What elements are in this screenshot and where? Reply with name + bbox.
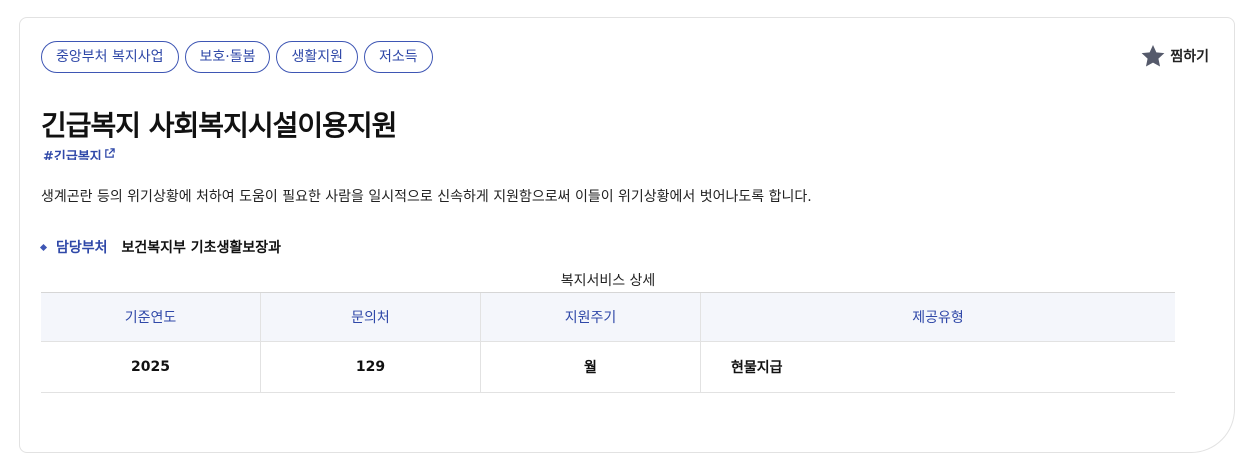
header-year: 기준연도: [41, 293, 261, 341]
star-icon: [1140, 43, 1166, 69]
favorite-label: 찜하기: [1170, 49, 1209, 65]
cell-type: 현물지급: [731, 360, 783, 376]
service-description: 생계곤란 등의 위기상황에 처하여 도움이 필요한 사람을 일시적으로 신속하게…: [41, 189, 812, 205]
table-row: 2025 129 월 현물지급: [41, 342, 1175, 393]
category-tags: 중앙부처 복지사업 보호·돌봄 생활지원 저소득: [41, 41, 433, 73]
department-value: 보건복지부 기초생활보장과: [121, 240, 281, 256]
service-detail-table: 기준연도 문의처 지원주기 제공유형 2025 129 월 현물지급: [41, 292, 1175, 393]
favorite-button[interactable]: 찜하기: [1140, 43, 1209, 69]
tag-living-support[interactable]: 생활지원: [276, 41, 359, 73]
cell-cycle: 월: [481, 342, 701, 392]
cell-contact: 129: [261, 342, 481, 392]
tag-central-ministry[interactable]: 중앙부처 복지사업: [41, 41, 179, 73]
header-contact: 문의처: [261, 293, 481, 341]
page-title: 긴급복지 사회복지시설이용지원: [41, 109, 397, 142]
table-caption: 복지서비스 상세: [560, 273, 656, 289]
department-info: 담당부처 보건복지부 기초생활보장과: [39, 237, 281, 257]
bullet-icon: [39, 243, 48, 251]
cell-year: 2025: [41, 342, 261, 392]
tag-care[interactable]: 보호·돌봄: [184, 41, 271, 73]
header-cycle: 지원주기: [481, 293, 701, 341]
department-label: 담당부처: [56, 240, 108, 256]
hashtag-label: #긴급복지: [43, 150, 102, 160]
table-header-row: 기준연도 문의처 지원주기 제공유형: [41, 293, 1175, 342]
external-link-icon: [104, 146, 115, 160]
tag-low-income[interactable]: 저소득: [364, 41, 433, 73]
hashtag-link[interactable]: #긴급복지: [43, 146, 115, 160]
header-type: 제공유형: [912, 310, 964, 326]
